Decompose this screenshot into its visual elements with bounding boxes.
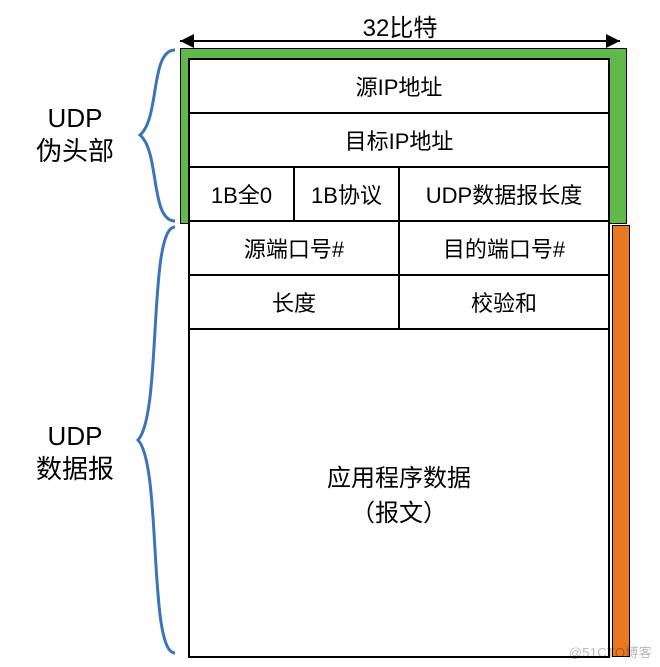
table-row: 长度 校验和: [189, 275, 609, 329]
table-row: 目标IP地址: [189, 113, 609, 167]
field-src-port: 源端口号#: [189, 221, 399, 275]
datagram-outline: [612, 225, 630, 657]
watermark: @51CTO博客: [569, 642, 652, 661]
datagram-label-line2: 数据报: [36, 454, 114, 484]
table-row: 1B全0 1B协议 UDP数据报长度: [189, 167, 609, 221]
width-arrow: [180, 40, 620, 42]
brace-icon: [130, 225, 180, 655]
datagram-label-line1: UDP: [48, 421, 103, 451]
pseudo-header-label: UDP 伪头部: [20, 102, 130, 167]
field-udp-length: UDP数据报长度: [399, 167, 609, 221]
width-label: 32比特: [180, 8, 620, 43]
field-checksum: 校验和: [399, 275, 609, 329]
field-dst-port: 目的端口号#: [399, 221, 609, 275]
field-app-data: 应用程序数据 （报文）: [189, 329, 609, 657]
datagram-label: UDP 数据报: [20, 420, 130, 485]
table-row: 源端口号# 目的端口号#: [189, 221, 609, 275]
pseudo-header-label-line2: 伪头部: [36, 136, 114, 166]
field-length: 长度: [189, 275, 399, 329]
udp-structure-table: 源IP地址 目标IP地址 1B全0 1B协议 UDP数据报长度 源端口号# 目的…: [188, 58, 610, 658]
table-row: 源IP地址: [189, 59, 609, 113]
field-dst-ip: 目标IP地址: [189, 113, 609, 167]
field-zero-byte: 1B全0: [189, 167, 294, 221]
app-data-line2: （报文）: [194, 493, 604, 528]
app-data-line1: 应用程序数据: [194, 458, 604, 493]
brace-icon: [130, 48, 180, 223]
field-src-ip: 源IP地址: [189, 59, 609, 113]
pseudo-header-label-line1: UDP: [48, 103, 103, 133]
field-protocol-byte: 1B协议: [294, 167, 399, 221]
table-row: 应用程序数据 （报文）: [189, 329, 609, 657]
